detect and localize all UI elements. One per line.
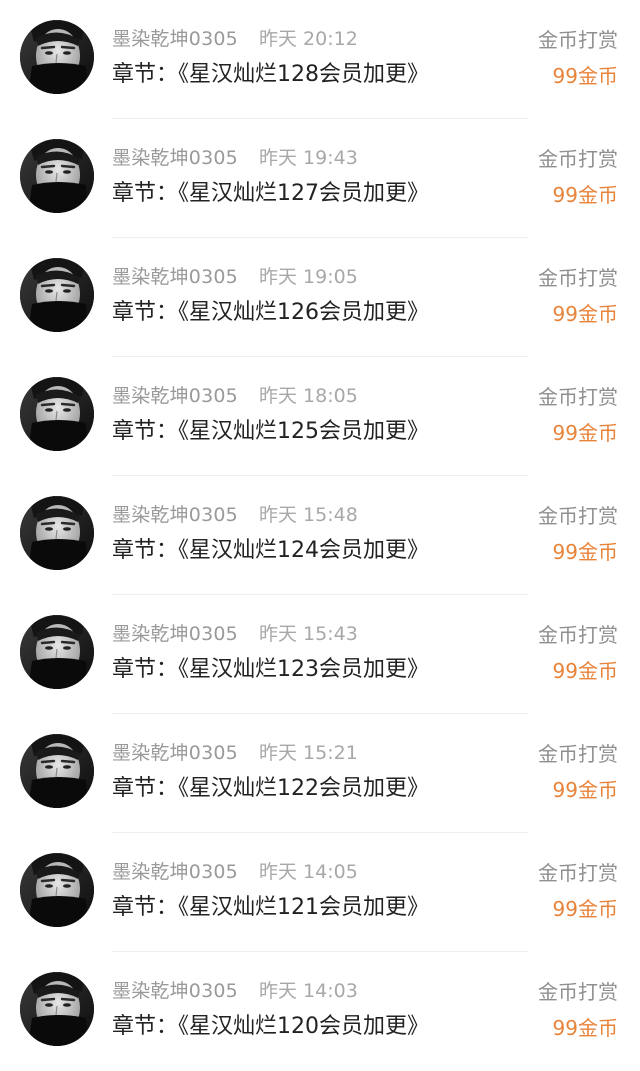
reward-amount: 99金币 (552, 64, 618, 88)
avatar[interactable] (20, 139, 94, 213)
username[interactable]: 墨染乾坤0305 (112, 619, 238, 646)
chapter-title: 章节：《星汉灿烂121会员加更》 (112, 895, 429, 920)
reward-type: 金币打赏 (538, 742, 618, 766)
chapter-title: 章节：《星汉灿烂127会员加更》 (112, 181, 429, 206)
username[interactable]: 墨染乾坤0305 (112, 738, 238, 765)
timestamp: 昨天 18:05 (259, 385, 358, 407)
username[interactable]: 墨染乾坤0305 (112, 262, 238, 289)
reward-type: 金币打赏 (538, 623, 618, 647)
reward-type: 金币打赏 (538, 861, 618, 885)
list-item[interactable]: 墨染乾坤0305 昨天 20:12 章节：《星汉灿烂128会员加更》 金币打赏 … (0, 0, 640, 119)
timestamp: 昨天 14:03 (259, 980, 358, 1002)
avatar[interactable] (20, 20, 94, 94)
chapter-title: 章节：《星汉灿烂123会员加更》 (112, 657, 429, 682)
timestamp: 昨天 15:48 (259, 504, 358, 526)
username[interactable]: 墨染乾坤0305 (112, 24, 238, 51)
timestamp: 昨天 14:05 (259, 861, 358, 883)
username[interactable]: 墨染乾坤0305 (112, 976, 238, 1003)
reward-amount: 99金币 (552, 778, 618, 802)
chapter-title: 章节：《星汉灿烂120会员加更》 (112, 1014, 429, 1039)
username[interactable]: 墨染乾坤0305 (112, 381, 238, 408)
chapter-title: 章节：《星汉灿烂122会员加更》 (112, 776, 429, 801)
reward-amount: 99金币 (552, 1016, 618, 1040)
reward-type: 金币打赏 (538, 385, 618, 409)
timestamp: 昨天 15:21 (259, 742, 358, 764)
avatar[interactable] (20, 615, 94, 689)
timestamp: 昨天 15:43 (259, 623, 358, 645)
reward-amount: 99金币 (552, 302, 618, 326)
avatar[interactable] (20, 496, 94, 570)
avatar[interactable] (20, 377, 94, 451)
timestamp: 昨天 19:43 (259, 147, 358, 169)
username[interactable]: 墨染乾坤0305 (112, 500, 238, 527)
list-item[interactable]: 墨染乾坤0305 昨天 15:21 章节：《星汉灿烂122会员加更》 金币打赏 … (0, 714, 640, 833)
timestamp: 昨天 19:05 (259, 266, 358, 288)
list-item[interactable]: 墨染乾坤0305 昨天 14:03 章节：《星汉灿烂120会员加更》 金币打赏 … (0, 952, 640, 1071)
reward-type: 金币打赏 (538, 504, 618, 528)
list-item[interactable]: 墨染乾坤0305 昨天 19:43 章节：《星汉灿烂127会员加更》 金币打赏 … (0, 119, 640, 238)
avatar[interactable] (20, 734, 94, 808)
reward-type: 金币打赏 (538, 28, 618, 52)
reward-amount: 99金币 (552, 183, 618, 207)
list-item[interactable]: 墨染乾坤0305 昨天 14:05 章节：《星汉灿烂121会员加更》 金币打赏 … (0, 833, 640, 952)
reward-amount: 99金币 (552, 421, 618, 445)
avatar[interactable] (20, 258, 94, 332)
reward-record-list: 墨染乾坤0305 昨天 20:12 章节：《星汉灿烂128会员加更》 金币打赏 … (0, 0, 640, 1068)
reward-amount: 99金币 (552, 897, 618, 921)
reward-type: 金币打赏 (538, 147, 618, 171)
list-item[interactable]: 墨染乾坤0305 昨天 19:05 章节：《星汉灿烂126会员加更》 金币打赏 … (0, 238, 640, 357)
list-item[interactable]: 墨染乾坤0305 昨天 15:43 章节：《星汉灿烂123会员加更》 金币打赏 … (0, 595, 640, 714)
reward-amount: 99金币 (552, 659, 618, 683)
reward-type: 金币打赏 (538, 980, 618, 1004)
list-item[interactable]: 墨染乾坤0305 昨天 18:05 章节：《星汉灿烂125会员加更》 金币打赏 … (0, 357, 640, 476)
chapter-title: 章节：《星汉灿烂125会员加更》 (112, 419, 429, 444)
username[interactable]: 墨染乾坤0305 (112, 857, 238, 884)
username[interactable]: 墨染乾坤0305 (112, 143, 238, 170)
timestamp: 昨天 20:12 (259, 28, 358, 50)
chapter-title: 章节：《星汉灿烂126会员加更》 (112, 300, 429, 325)
reward-amount: 99金币 (552, 540, 618, 564)
avatar[interactable] (20, 972, 94, 1046)
list-item[interactable]: 墨染乾坤0305 昨天 15:48 章节：《星汉灿烂124会员加更》 金币打赏 … (0, 476, 640, 595)
chapter-title: 章节：《星汉灿烂124会员加更》 (112, 538, 429, 563)
reward-type: 金币打赏 (538, 266, 618, 290)
avatar[interactable] (20, 853, 94, 927)
chapter-title: 章节：《星汉灿烂128会员加更》 (112, 62, 429, 87)
